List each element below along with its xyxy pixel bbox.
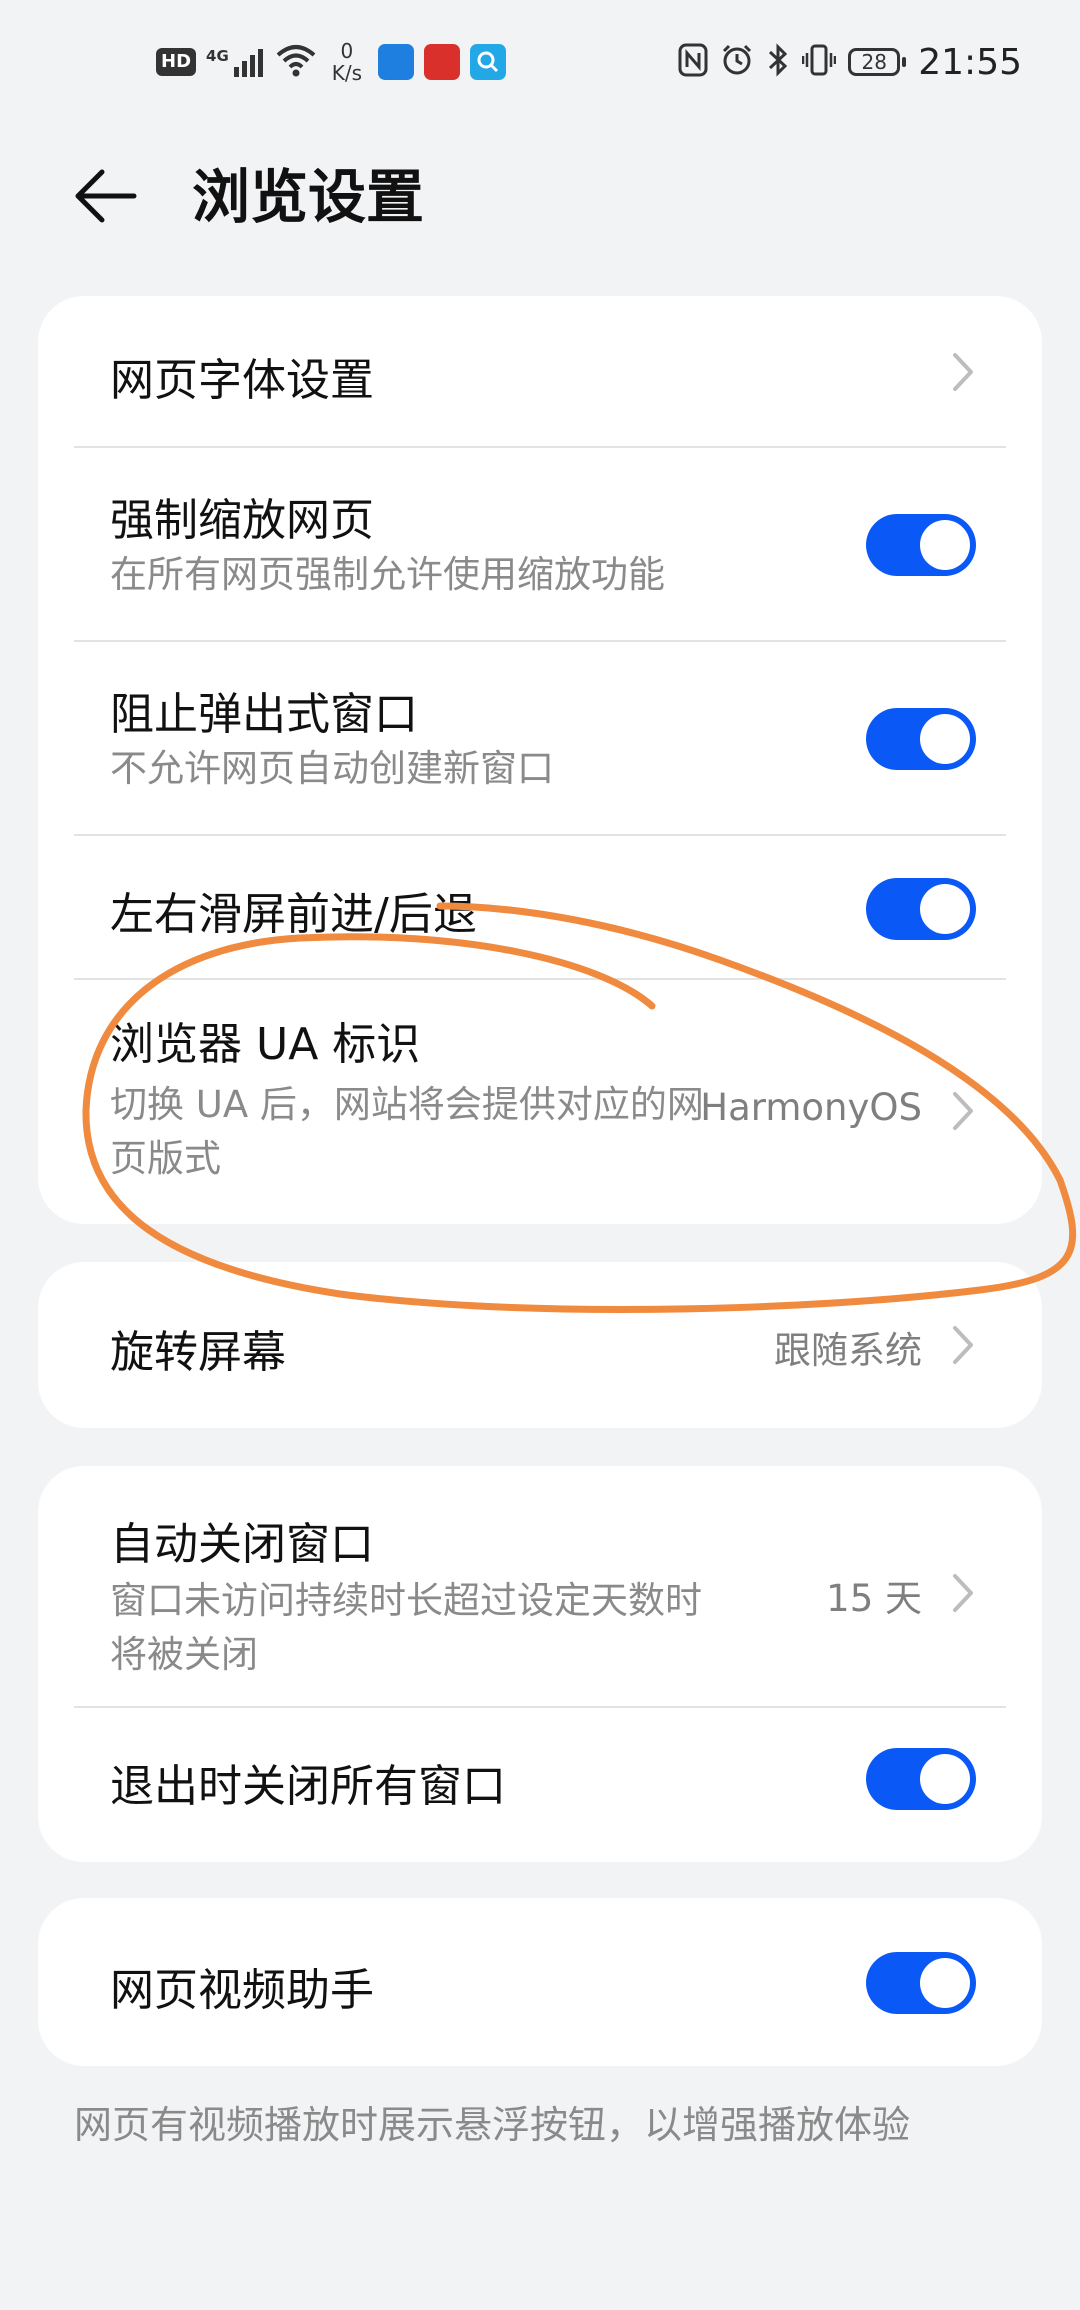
close-on-exit-title: 退出时关闭所有窗口 bbox=[110, 1761, 506, 1812]
toggle-knob bbox=[920, 1754, 970, 1804]
settings-card-general: 网页字体设置 强制缩放网页 在所有网页强制允许使用缩放功能 阻止弹出式窗口 不允… bbox=[38, 296, 1042, 1224]
chevron-right-icon bbox=[953, 1092, 973, 1130]
network-type-label: 4G bbox=[206, 47, 229, 65]
force-zoom-title: 强制缩放网页 bbox=[110, 495, 374, 546]
close-on-exit-toggle[interactable] bbox=[866, 1748, 976, 1810]
video-helper-toggle[interactable] bbox=[866, 1952, 976, 2014]
swipe-navigation-row: 左右滑屏前进/后退 bbox=[74, 836, 1006, 980]
auto-close-row[interactable]: 自动关闭窗口 窗口未访问持续时长超过设定天数时将被关闭 15 天 bbox=[74, 1466, 1006, 1708]
app-notification-icon-2 bbox=[424, 44, 461, 80]
browser-ua-title: 浏览器 UA 标识 bbox=[110, 1019, 421, 1070]
signal-icon: 4G bbox=[206, 47, 266, 77]
force-zoom-toggle[interactable] bbox=[866, 514, 976, 576]
settings-card-video: 网页视频助手 bbox=[38, 1898, 1042, 2066]
rotate-screen-row[interactable]: 旋转屏幕 跟随系统 bbox=[74, 1262, 1006, 1428]
browser-ua-subtitle: 切换 UA 后，网站将会提供对应的网页版式 bbox=[110, 1083, 704, 1180]
status-bar-right: 28 21:55 bbox=[678, 36, 1022, 88]
video-helper-row: 网页视频助手 bbox=[74, 1898, 1006, 2066]
toggle-knob bbox=[920, 1958, 970, 2008]
toggle-knob bbox=[920, 714, 970, 764]
auto-close-subtitle: 窗口未访问持续时长超过设定天数时将被关闭 bbox=[110, 1579, 702, 1676]
force-zoom-row: 强制缩放网页 在所有网页强制允许使用缩放功能 bbox=[74, 448, 1006, 642]
arrow-left-icon bbox=[75, 169, 137, 223]
browser-ua-value: HarmonyOS bbox=[700, 1086, 922, 1129]
nfc-icon bbox=[678, 43, 708, 81]
battery-icon: 28 bbox=[848, 48, 907, 76]
alarm-icon bbox=[720, 43, 754, 81]
search-app-icon bbox=[470, 44, 507, 80]
settings-card-windows: 自动关闭窗口 窗口未访问持续时长超过设定天数时将被关闭 15 天 退出时关闭所有… bbox=[38, 1466, 1042, 1862]
network-speed: 0 K/s bbox=[332, 40, 362, 84]
toggle-knob bbox=[920, 884, 970, 934]
auto-close-title: 自动关闭窗口 bbox=[110, 1519, 374, 1570]
back-button[interactable] bbox=[70, 160, 142, 232]
page-title: 浏览设置 bbox=[192, 163, 425, 231]
browser-ua-row[interactable]: 浏览器 UA 标识 切换 UA 后，网站将会提供对应的网页版式 HarmonyO… bbox=[74, 980, 1006, 1224]
network-speed-unit: K/s bbox=[331, 61, 363, 85]
rotate-screen-title: 旋转屏幕 bbox=[110, 1327, 286, 1378]
settings-card-rotate: 旋转屏幕 跟随系统 bbox=[38, 1262, 1042, 1428]
network-speed-value: 0 bbox=[340, 39, 354, 63]
status-clock: 21:55 bbox=[918, 41, 1022, 83]
rotate-screen-value: 跟随系统 bbox=[774, 1329, 922, 1372]
font-settings-row[interactable]: 网页字体设置 bbox=[74, 296, 1006, 448]
swipe-navigation-title: 左右滑屏前进/后退 bbox=[110, 889, 477, 940]
hd-badge: HD bbox=[156, 48, 197, 76]
swipe-navigation-toggle[interactable] bbox=[866, 878, 976, 940]
block-popups-subtitle: 不允许网页自动创建新窗口 bbox=[110, 747, 554, 790]
page-header: 浏览设置 bbox=[0, 130, 1080, 250]
font-settings-title: 网页字体设置 bbox=[110, 355, 374, 406]
auto-close-value: 15 天 bbox=[826, 1577, 922, 1620]
bluetooth-icon bbox=[766, 43, 790, 81]
status-bar: HD 4G 0 K/s 28 21:55 bbox=[0, 0, 1080, 120]
status-bar-left: HD 4G 0 K/s bbox=[156, 36, 507, 88]
wifi-icon bbox=[276, 43, 316, 81]
chevron-right-icon bbox=[953, 1574, 973, 1612]
block-popups-row: 阻止弹出式窗口 不允许网页自动创建新窗口 bbox=[74, 642, 1006, 836]
video-helper-footnote: 网页有视频播放时展示悬浮按钮，以增强播放体验 bbox=[74, 2103, 911, 2147]
block-popups-toggle[interactable] bbox=[866, 708, 976, 770]
close-on-exit-row: 退出时关闭所有窗口 bbox=[74, 1708, 1006, 1862]
chevron-right-icon bbox=[953, 1326, 973, 1364]
app-notification-icon-1 bbox=[378, 44, 415, 80]
toggle-knob bbox=[920, 520, 970, 570]
chevron-right-icon bbox=[953, 353, 973, 391]
vibrate-icon bbox=[802, 43, 837, 81]
block-popups-title: 阻止弹出式窗口 bbox=[110, 689, 418, 740]
video-helper-title: 网页视频助手 bbox=[110, 1965, 374, 2016]
force-zoom-subtitle: 在所有网页强制允许使用缩放功能 bbox=[110, 553, 665, 596]
